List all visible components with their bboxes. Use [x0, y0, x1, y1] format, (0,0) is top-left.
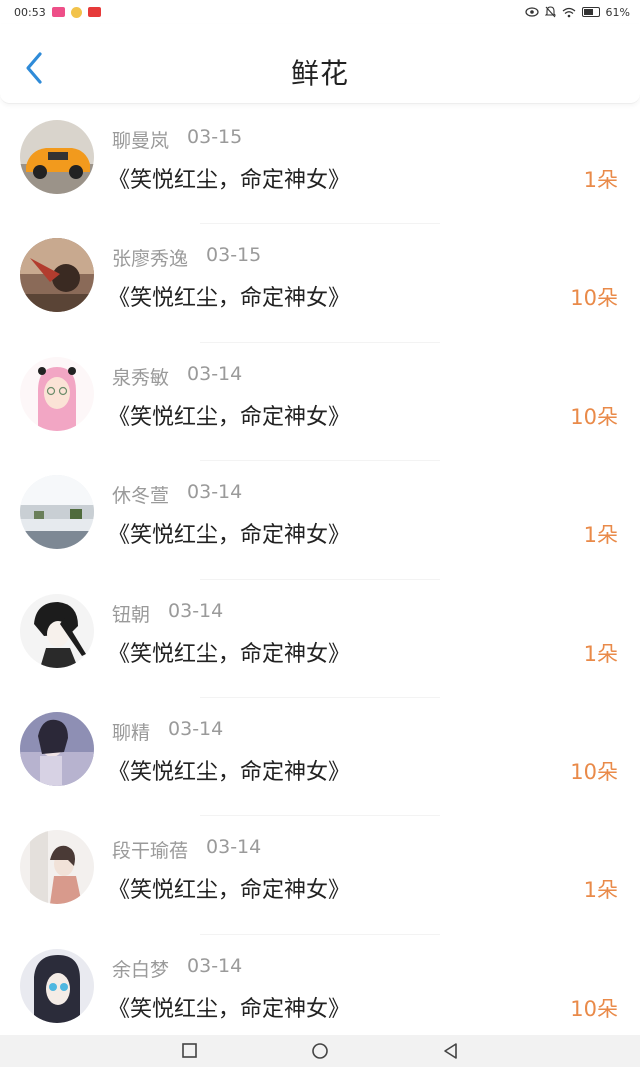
page-title: 鲜花 — [290, 57, 349, 90]
item-meta: 段干瑜蓓 03-14 — [112, 836, 261, 863]
book-title[interactable]: 《笑悦红尘，命定神女》 — [108, 872, 350, 904]
item-meta: 钮朝 03-14 — [112, 600, 223, 627]
user-name[interactable]: 张廖秀逸 — [112, 244, 188, 271]
avatar[interactable] — [20, 475, 94, 550]
eye-icon — [524, 7, 539, 17]
book-title[interactable]: 《笑悦红尘，命定神女》 — [108, 162, 350, 194]
book-title[interactable]: 《笑悦红尘，命定神女》 — [108, 991, 350, 1023]
book-title[interactable]: 《笑悦红尘，命定神女》 — [108, 754, 350, 786]
item-meta: 张廖秀逸 03-15 — [112, 244, 261, 271]
mute-icon — [544, 6, 556, 18]
book-title[interactable]: 《笑悦红尘，命定神女》 — [108, 280, 350, 312]
item-meta: 聊曼岚 03-15 — [112, 126, 242, 153]
user-name[interactable]: 休冬萱 — [112, 481, 169, 508]
circle-icon[interactable] — [310, 1041, 330, 1061]
avatar[interactable] — [20, 120, 94, 194]
page-header: 鲜花 — [0, 24, 640, 104]
square-icon[interactable] — [180, 1041, 200, 1061]
flower-count: 1朵 — [583, 168, 618, 192]
avatar[interactable] — [20, 238, 94, 313]
avatar[interactable] — [20, 830, 94, 905]
list-item[interactable]: 张廖秀逸 03-15 《笑悦红尘，命定神女》 10朵 — [0, 224, 640, 343]
flower-count: 10朵 — [570, 286, 618, 311]
user-name[interactable]: 聊精 — [112, 718, 150, 745]
user-name[interactable]: 钮朝 — [112, 600, 150, 627]
item-meta: 泉秀敏 03-14 — [112, 363, 242, 390]
item-meta: 余白梦 03-14 — [112, 955, 242, 982]
user-name[interactable]: 余白梦 — [112, 955, 169, 982]
battery-percent: 61% — [605, 5, 630, 19]
status-left: 00:53 — [14, 6, 101, 19]
book-title[interactable]: 《笑悦红尘，命定神女》 — [108, 399, 350, 431]
flower-list: 聊曼岚 03-15 《笑悦红尘，命定神女》 1朵 张廖秀逸 03-15 《笑悦红… — [0, 106, 640, 1053]
battery-icon — [581, 7, 600, 17]
app-notification-icon — [51, 7, 65, 17]
list-item[interactable]: 休冬萱 03-14 《笑悦红尘，命定神女》 1朵 — [0, 461, 640, 580]
list-item[interactable]: 聊精 03-14 《笑悦红尘，命定神女》 10朵 — [0, 698, 640, 817]
list-item[interactable]: 泉秀敏 03-14 《笑悦红尘，命定神女》 10朵 — [0, 343, 640, 462]
date: 03-14 — [187, 362, 243, 385]
emoji-notification-icon — [70, 6, 82, 18]
book-title[interactable]: 《笑悦红尘，命定神女》 — [108, 636, 350, 668]
avatar[interactable] — [20, 356, 94, 431]
flower-count: 10朵 — [570, 404, 618, 429]
item-meta: 聊精 03-14 — [112, 718, 223, 745]
date: 03-14 — [187, 954, 243, 977]
status-bar: 00:53 61% — [0, 0, 640, 24]
list-item[interactable]: 聊曼岚 03-15 《笑悦红尘，命定神女》 1朵 — [0, 106, 640, 225]
avatar[interactable] — [20, 711, 94, 786]
avatar[interactable] — [20, 593, 94, 668]
user-name[interactable]: 聊曼岚 — [112, 126, 169, 153]
list-item[interactable]: 钮朝 03-14 《笑悦红尘，命定神女》 1朵 — [0, 580, 640, 698]
wifi-icon — [562, 7, 575, 17]
flower-count: 10朵 — [570, 759, 618, 784]
date: 03-14 — [187, 481, 243, 504]
date: 03-14 — [206, 836, 262, 859]
status-right: 61% — [524, 5, 630, 19]
date: 03-15 — [206, 244, 262, 267]
date: 03-14 — [168, 717, 224, 740]
flower-count: 10朵 — [570, 996, 618, 1021]
flower-count: 1朵 — [583, 641, 618, 666]
status-time: 00:53 — [14, 5, 46, 19]
item-meta: 休冬萱 03-14 — [112, 481, 242, 508]
user-name[interactable]: 段干瑜蓓 — [112, 836, 188, 863]
system-nav-bar — [0, 1035, 640, 1067]
user-name[interactable]: 泉秀敏 — [112, 363, 169, 390]
flower-count: 1朵 — [583, 878, 618, 903]
triangle-back-icon[interactable] — [441, 1041, 461, 1061]
date: 03-14 — [168, 599, 224, 622]
date: 03-15 — [187, 126, 243, 148]
flower-count: 1朵 — [583, 523, 618, 548]
book-title[interactable]: 《笑悦红尘，命定神女》 — [108, 517, 350, 549]
avatar[interactable] — [20, 948, 94, 1023]
app-notification-icon — [87, 7, 101, 17]
list-item[interactable]: 段干瑜蓓 03-14 《笑悦红尘，命定神女》 1朵 — [0, 816, 640, 935]
